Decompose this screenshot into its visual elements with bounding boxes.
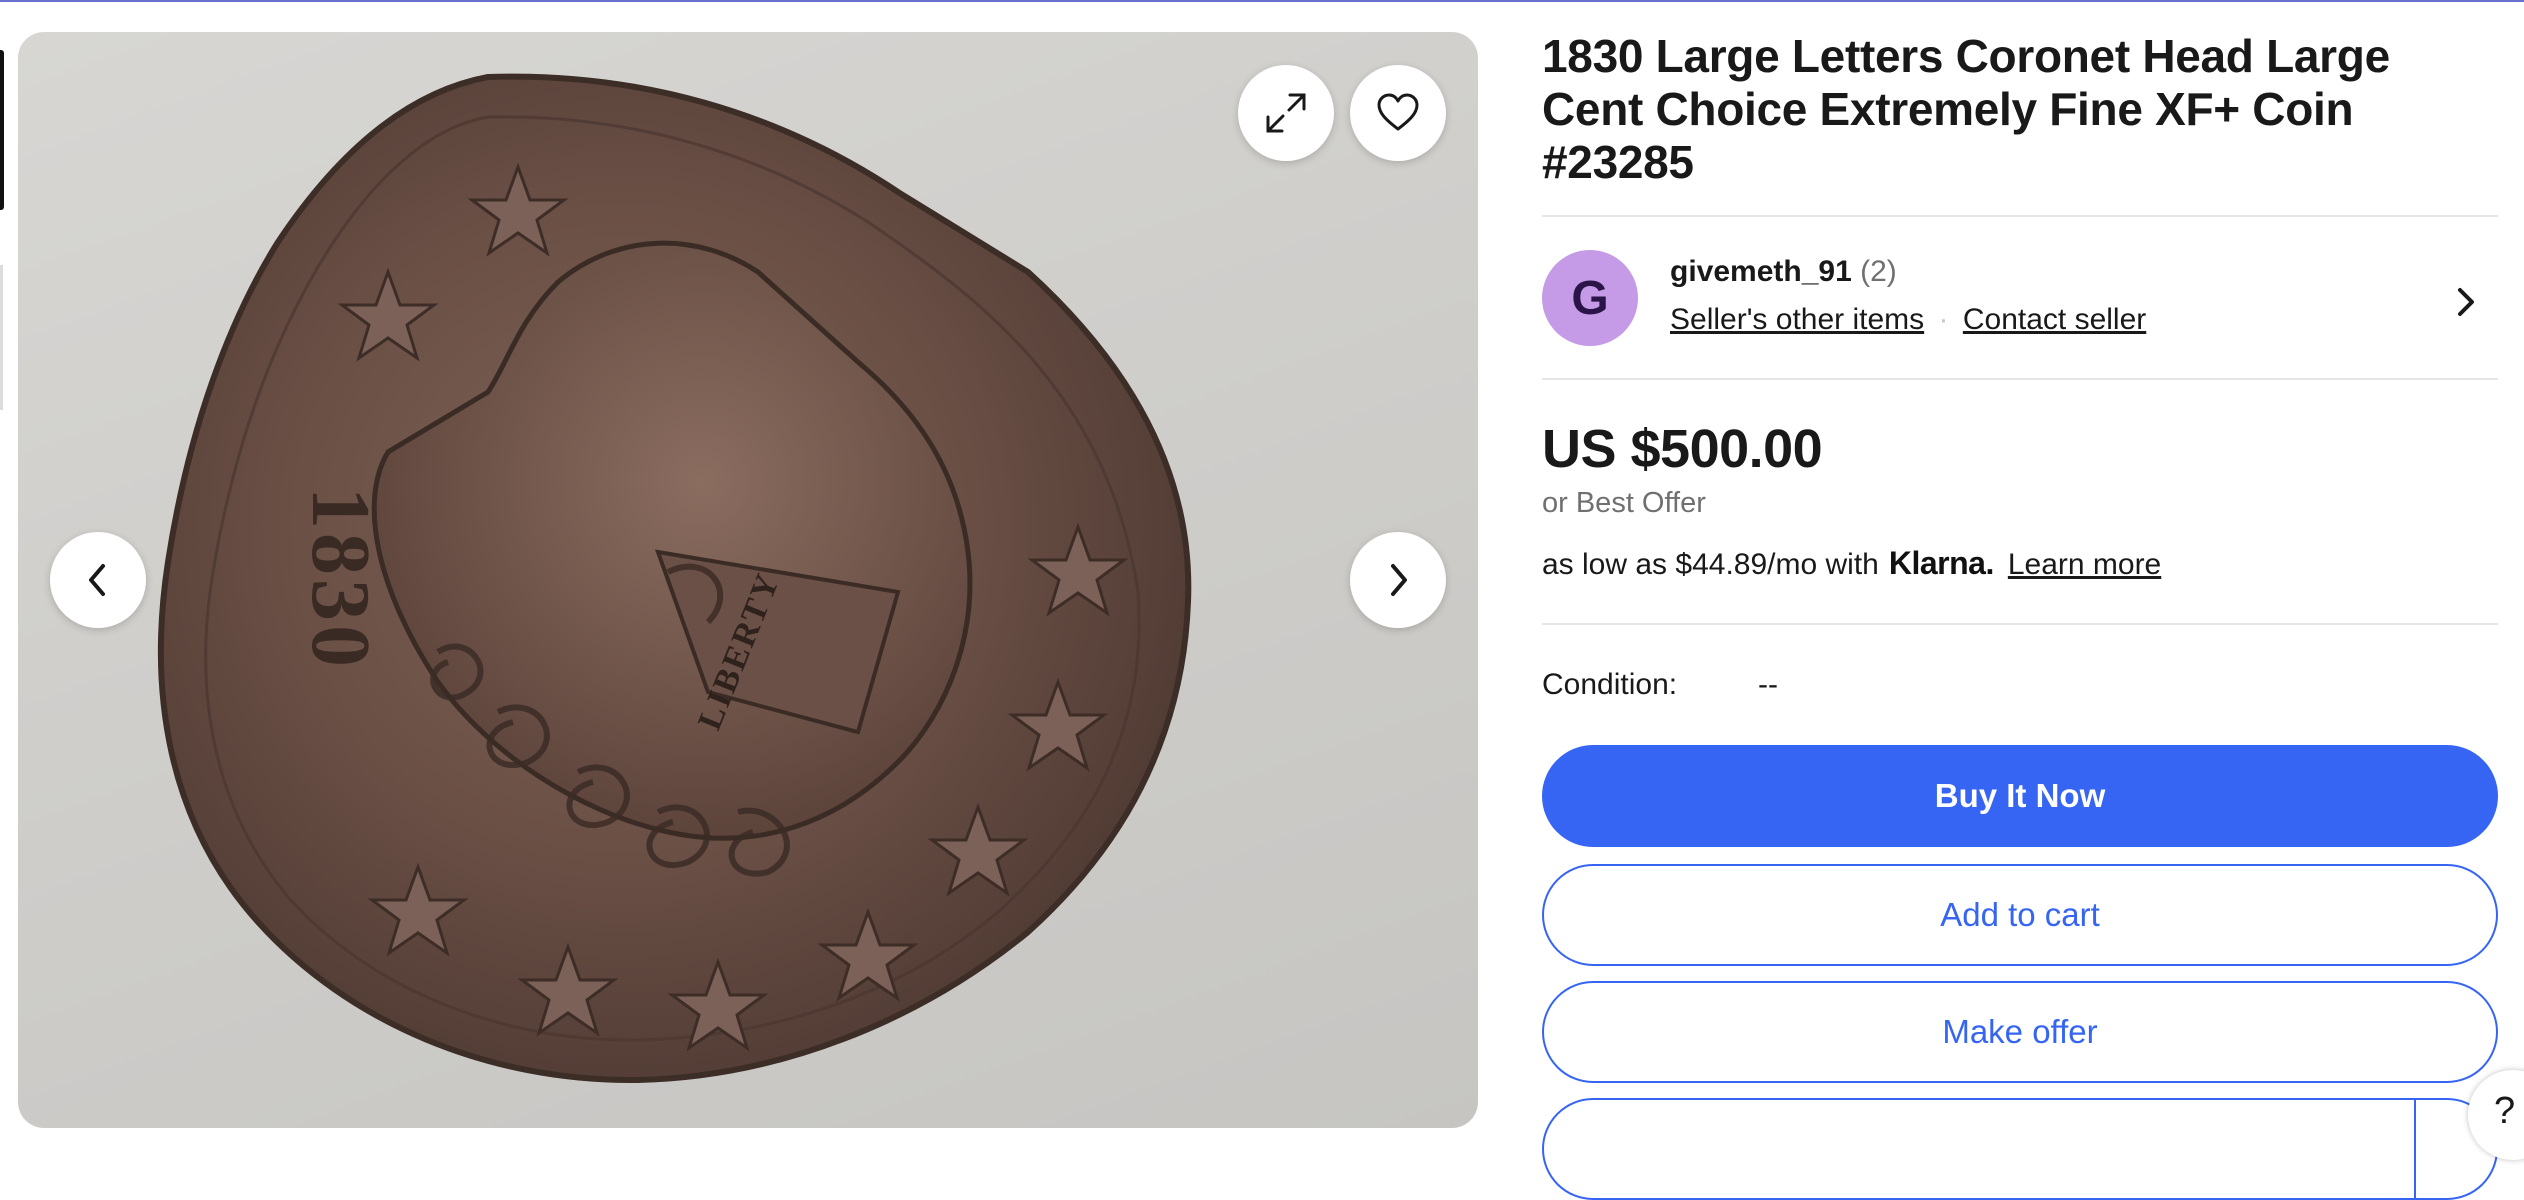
previous-image-button[interactable] (50, 532, 146, 628)
thumbnail-edge[interactable] (0, 265, 3, 410)
divider (1542, 215, 2498, 217)
next-image-button[interactable] (1350, 532, 1446, 628)
add-to-cart-label: Add to cart (1940, 896, 2100, 933)
condition-value: -- (1758, 668, 1778, 701)
help-icon: ? (2494, 1090, 2516, 1132)
heart-icon (1376, 93, 1420, 133)
seller-links: Seller's other items · Contact seller (1670, 303, 2146, 337)
listing-title: 1830 Large Letters Coronet Head Large Ce… (1542, 30, 2390, 188)
seller-feedback-count: (2) (1860, 255, 1897, 288)
thumbnail-selected-edge[interactable] (0, 50, 4, 210)
buy-it-now-label: Buy It Now (1934, 777, 2106, 814)
condition-label: Condition: (1542, 668, 1678, 701)
klarna-logo: Klarna. (1888, 545, 1994, 581)
contact-seller-link[interactable]: Contact seller (1963, 303, 2146, 336)
chevron-right-icon (1383, 560, 1413, 600)
add-to-cart-button[interactable]: Add to cart (1542, 864, 2498, 966)
seller-info: givemeth_91 (2) (1670, 255, 1897, 289)
coin-image: LIBERTY 1830 (157, 73, 1192, 1084)
avatar-letter: G (1571, 271, 1609, 325)
divider (1542, 378, 2498, 380)
make-offer-button[interactable]: Make offer (1542, 981, 2498, 1083)
seller-details-button[interactable] (2452, 282, 2480, 327)
link-separator: · (1938, 303, 1949, 336)
buy-it-now-button[interactable]: Buy It Now (1542, 745, 2498, 847)
chevron-left-icon (83, 560, 113, 600)
expand-button[interactable] (1238, 65, 1334, 161)
make-offer-label: Make offer (1942, 1013, 2098, 1050)
button-split-divider (2414, 1100, 2416, 1198)
image-viewer[interactable]: LIBERTY 1830 (18, 32, 1478, 1128)
installment-info: as low as $44.89/mo with Klarna. Learn m… (1542, 545, 2161, 582)
expand-icon (1263, 90, 1309, 136)
installment-text: as low as $44.89/mo with (1542, 548, 1879, 581)
watch-button[interactable] (1350, 65, 1446, 161)
coin-date-text: 1830 (294, 487, 387, 671)
divider (1542, 623, 2498, 625)
best-offer-label: or Best Offer (1542, 487, 1706, 519)
top-accent-line (0, 0, 2524, 2)
seller-name[interactable]: givemeth_91 (1670, 255, 1852, 288)
watchlist-button-partial[interactable] (1542, 1098, 2498, 1200)
chevron-right-icon (2452, 288, 2480, 326)
seller-other-items-link[interactable]: Seller's other items (1670, 303, 1924, 336)
item-price: US $500.00 (1542, 419, 1823, 479)
seller-avatar[interactable]: G (1542, 250, 1638, 346)
learn-more-link[interactable]: Learn more (2008, 548, 2161, 582)
